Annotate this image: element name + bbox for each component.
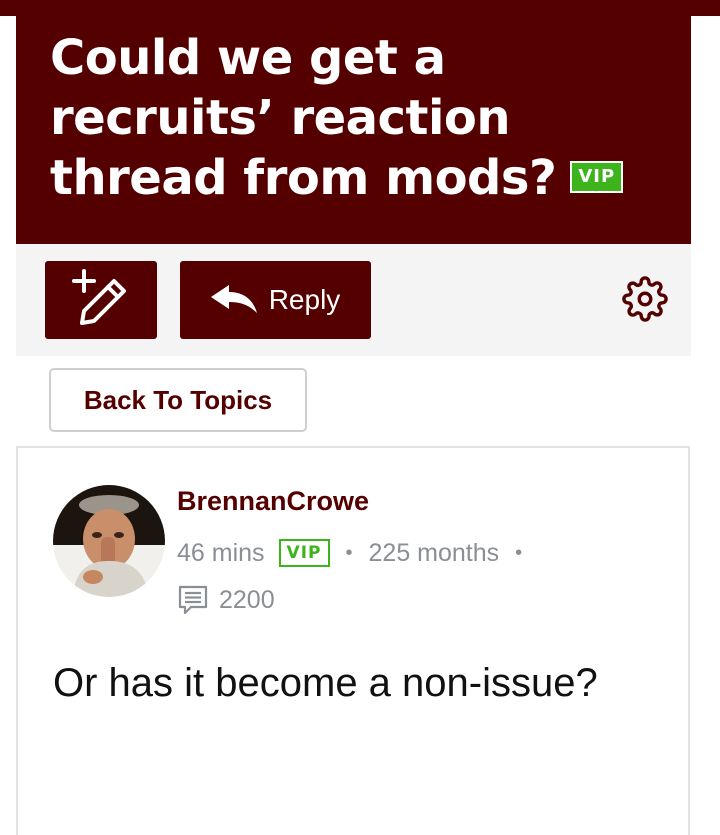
gear-icon (622, 275, 668, 327)
reply-label: Reply (268, 284, 341, 315)
member-duration: 225 months (368, 538, 500, 567)
post-count-row: 2200 (177, 584, 275, 616)
meta-separator: • (515, 541, 523, 564)
post-meta: 46 mins VIP • 225 months • (177, 536, 538, 570)
topic-title-text: Could we get a recruits’ reaction thread… (50, 30, 557, 206)
title-banner: Could we get a recruits’ reaction thread… (16, 16, 691, 244)
top-strip (0, 0, 720, 16)
action-bar: Reply (16, 244, 691, 356)
settings-button[interactable] (620, 275, 670, 327)
meta-separator: • (345, 541, 353, 564)
pencil-plus-icon (70, 267, 132, 334)
post-count: 2200 (219, 585, 275, 614)
avatar[interactable] (53, 485, 165, 597)
reply-button[interactable]: Reply (180, 261, 371, 339)
post-author[interactable]: BrennanCrowe (177, 486, 369, 517)
post-time: 46 mins (177, 538, 265, 567)
page: Could we get a recruits’ reaction thread… (0, 0, 720, 835)
back-to-topics-button[interactable]: Back To Topics (49, 368, 307, 432)
back-to-topics-label: Back To Topics (83, 384, 273, 415)
reply-arrow-icon (210, 285, 257, 315)
new-topic-button[interactable] (45, 261, 157, 339)
title-vip-badge: VIP (570, 161, 624, 193)
author-vip-badge: VIP (278, 539, 330, 567)
topic-title: Could we get a recruits’ reaction thread… (50, 28, 670, 208)
post-card: BrennanCrowe 46 mins VIP • 225 months • … (16, 446, 690, 835)
comment-icon (177, 584, 209, 616)
post-body: Or has it become a non-issue? (53, 661, 598, 705)
